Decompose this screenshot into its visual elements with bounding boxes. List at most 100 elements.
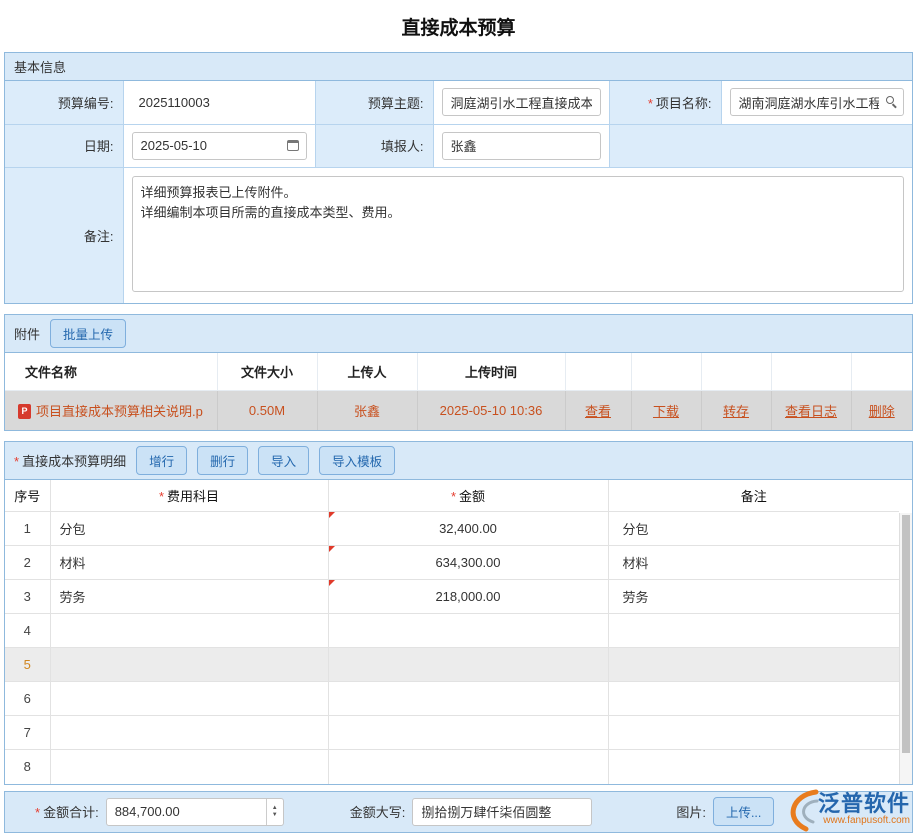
detail-row[interactable]: 1 分包 32,400.00 分包: [5, 512, 899, 546]
remark-cell[interactable]: [608, 614, 899, 648]
basic-info-section-title: 基本信息: [14, 57, 66, 76]
scrollbar-thumb[interactable]: [902, 515, 910, 753]
expense-subject-cell[interactable]: 分包: [50, 512, 328, 546]
spinner-up-icon[interactable]: ▲: [272, 806, 278, 811]
budget-subject-label: 预算主题:: [315, 81, 433, 124]
col-amount: *金额: [328, 480, 608, 512]
download-link[interactable]: 下载: [653, 404, 679, 419]
detail-row[interactable]: 6: [5, 682, 899, 716]
col-row-number: 序号: [5, 480, 50, 512]
col-uploader: 上传人: [317, 353, 417, 391]
logo-site-url: www.fanpusoft.com: [823, 816, 910, 827]
attachments-section-title: 附件: [14, 324, 40, 343]
required-asterisk: *: [35, 805, 40, 820]
delete-row-button[interactable]: 删行: [197, 446, 248, 475]
amount-cell[interactable]: [328, 614, 608, 648]
remark-cell[interactable]: [608, 648, 899, 682]
detail-row[interactable]: 8: [5, 750, 899, 784]
remark-cell[interactable]: 劳务: [608, 580, 899, 614]
total-amount-input[interactable]: [106, 798, 284, 826]
amount-cell[interactable]: 32,400.00: [328, 512, 608, 546]
transfer-link[interactable]: 转存: [723, 404, 749, 419]
basic-info-panel: 基本信息 预算编号: 2025110003 预算主题: *项目名称: 日期:: [4, 52, 913, 304]
expense-subject-cell[interactable]: 劳务: [50, 580, 328, 614]
image-label: 图片:: [676, 802, 706, 821]
required-asterisk: *: [451, 489, 456, 504]
amount-in-words-input[interactable]: [412, 798, 592, 826]
view-link[interactable]: 查看: [585, 404, 611, 419]
amount-cell[interactable]: [328, 648, 608, 682]
col-file-name: 文件名称: [5, 353, 217, 391]
expense-subject-cell[interactable]: [50, 648, 328, 682]
expense-subject-cell[interactable]: [50, 750, 328, 784]
add-row-button[interactable]: 增行: [136, 446, 187, 475]
budget-subject-input[interactable]: [442, 88, 601, 116]
remark-cell[interactable]: [608, 716, 899, 750]
amount-in-words-label: 金额大写:: [350, 802, 406, 821]
expense-subject-cell[interactable]: [50, 682, 328, 716]
budget-no-value: 2025110003: [132, 95, 210, 110]
attachment-uploader: 张鑫: [317, 391, 417, 430]
total-amount-label: *金额合计:: [35, 802, 99, 821]
spinner-down-icon[interactable]: ▼: [272, 813, 278, 818]
attachments-panel: 附件 批量上传 文件名称 文件大小 上传人 上传时间 项目直接成本预算相关说明.…: [4, 314, 913, 431]
amount-spinner[interactable]: ▲ ▼: [266, 799, 283, 825]
col-action: [851, 353, 912, 391]
col-action: [771, 353, 851, 391]
budget-no-label: 预算编号:: [5, 81, 123, 124]
vertical-scrollbar[interactable]: [899, 513, 912, 784]
amount-cell[interactable]: [328, 682, 608, 716]
image-upload-button[interactable]: 上传...: [713, 797, 774, 826]
batch-upload-button[interactable]: 批量上传: [50, 319, 126, 348]
remark-label: 备注:: [5, 167, 123, 303]
remark-cell[interactable]: [608, 750, 899, 784]
delete-link[interactable]: 删除: [869, 404, 895, 419]
row-number-cell: 5: [5, 648, 50, 682]
row-number-cell: 6: [5, 682, 50, 716]
row-number-cell: 2: [5, 546, 50, 580]
expense-subject-cell[interactable]: 材料: [50, 546, 328, 580]
detail-row[interactable]: 5: [5, 648, 899, 682]
import-template-button[interactable]: 导入模板: [319, 446, 395, 475]
row-number-cell: 8: [5, 750, 50, 784]
col-upload-time: 上传时间: [417, 353, 565, 391]
row-number-cell: 7: [5, 716, 50, 750]
expense-subject-cell[interactable]: [50, 614, 328, 648]
page-title: 直接成本预算: [0, 0, 917, 52]
col-expense-subject: *费用科目: [50, 480, 328, 512]
reporter-label: 填报人:: [315, 124, 433, 167]
empty-form-cell: [609, 124, 912, 167]
footer-bar: *金额合计: ▲ ▼ 金额大写: 图片: 上传... 泛普软件 www.fanp…: [4, 791, 913, 833]
row-number-cell: 4: [5, 614, 50, 648]
remark-cell[interactable]: 材料: [608, 546, 899, 580]
project-name-input[interactable]: [730, 88, 905, 116]
col-action: [631, 353, 701, 391]
expense-subject-cell[interactable]: [50, 716, 328, 750]
basic-info-form: 预算编号: 2025110003 预算主题: *项目名称: 日期:: [5, 81, 912, 303]
date-input[interactable]: [132, 132, 307, 160]
calendar-icon[interactable]: [287, 140, 299, 151]
view-log-link[interactable]: 查看日志: [785, 404, 837, 419]
amount-cell[interactable]: [328, 716, 608, 750]
detail-row[interactable]: 3 劳务 218,000.00 劳务: [5, 580, 899, 614]
reporter-input[interactable]: [442, 132, 601, 160]
search-icon[interactable]: [886, 96, 894, 104]
detail-row[interactable]: 4: [5, 614, 899, 648]
amount-cell[interactable]: [328, 750, 608, 784]
amount-cell[interactable]: 218,000.00: [328, 580, 608, 614]
logo-text: 泛普软件: [818, 792, 910, 815]
detail-row[interactable]: 7: [5, 716, 899, 750]
remark-cell[interactable]: 分包: [608, 512, 899, 546]
fanpu-logo: 泛普软件 www.fanpusoft.com: [782, 788, 910, 832]
col-action: [701, 353, 771, 391]
amount-cell[interactable]: 634,300.00: [328, 546, 608, 580]
attachment-file-name[interactable]: 项目直接成本预算相关说明.p: [5, 391, 217, 430]
detail-row[interactable]: 2 材料 634,300.00 材料: [5, 546, 899, 580]
remark-cell[interactable]: [608, 682, 899, 716]
col-action: [565, 353, 631, 391]
import-button[interactable]: 导入: [258, 446, 309, 475]
attachment-file-size: 0.50M: [217, 391, 317, 430]
detail-panel: *直接成本预算明细 增行 删行 导入 导入模板 序号 *费用科目 *金额 备注 …: [4, 441, 913, 785]
pdf-file-icon: [18, 404, 31, 419]
remark-textarea[interactable]: 详细预算报表已上传附件。 详细编制本项目所需的直接成本类型、费用。: [132, 176, 905, 292]
